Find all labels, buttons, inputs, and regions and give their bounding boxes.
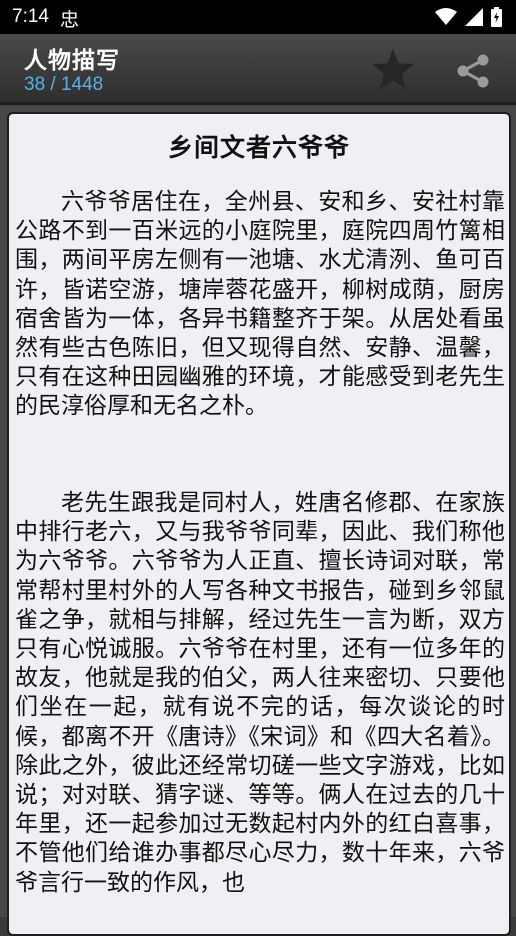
status-bar: 7:14 忠	[0, 0, 516, 34]
status-icons	[435, 7, 502, 27]
article-paragraph-2: 老先生跟我是同村人，姓唐名修郡、在家族中排行老六，又与我爷爷同辈，因此、我们称他…	[15, 490, 505, 896]
article-title: 乡间文者六爷爷	[167, 133, 350, 162]
wifi-icon	[435, 8, 457, 25]
article-paragraph-1: 六爷爷居住在，全州县、安和乡、安社村靠公路不到一百米远的小庭院里，庭院四周竹篱相…	[15, 189, 505, 420]
status-app-glyph: 忠	[60, 9, 80, 31]
star-icon[interactable]	[370, 46, 416, 92]
share-icon[interactable]	[455, 54, 491, 88]
article-card: 乡间文者六爷爷 六爷爷居住在，全州县、安和乡、安社村靠公路不到一百米远的小庭院里…	[7, 112, 511, 936]
battery-icon	[491, 7, 502, 27]
article-counter: 38 / 1448	[24, 74, 104, 95]
signal-icon	[465, 8, 483, 26]
status-time: 7:14	[12, 6, 49, 27]
content-area[interactable]: 乡间文者六爷爷 六爷爷居住在，全州县、安和乡、安社村靠公路不到一百米远的小庭院里…	[0, 105, 516, 936]
app-bar: 人物描写 38 / 1448	[0, 34, 516, 105]
app-title: 人物描写	[24, 48, 120, 74]
